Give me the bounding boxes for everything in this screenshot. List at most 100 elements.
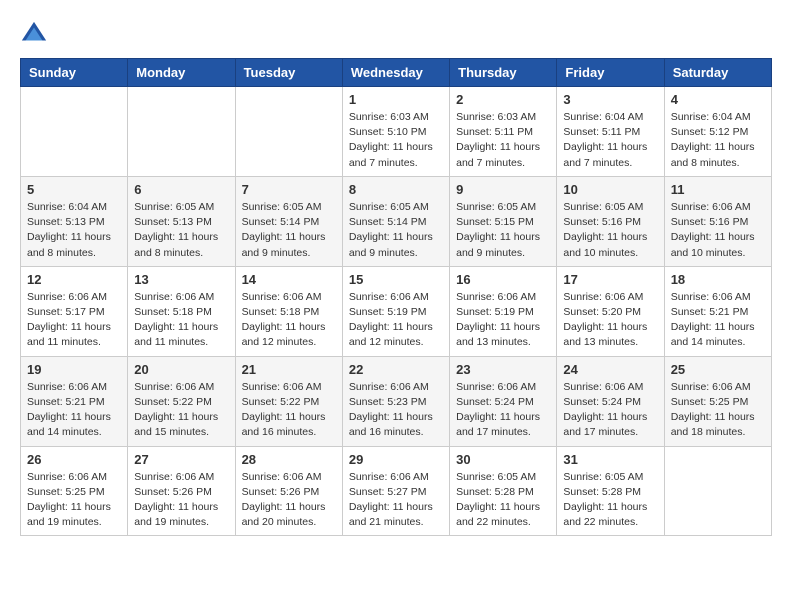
calendar-cell: 18 Sunrise: 6:06 AM Sunset: 5:21 PM Dayli… xyxy=(664,266,771,356)
day-number: 26 xyxy=(27,452,121,467)
day-number: 29 xyxy=(349,452,443,467)
day-number: 25 xyxy=(671,362,765,377)
day-info: Sunrise: 6:05 AM Sunset: 5:28 PM Dayligh… xyxy=(563,470,657,531)
day-info: Sunrise: 6:06 AM Sunset: 5:16 PM Dayligh… xyxy=(671,200,765,261)
calendar-week-4: 19 Sunrise: 6:06 AM Sunset: 5:21 PM Dayli… xyxy=(21,356,772,446)
weekday-header-tuesday: Tuesday xyxy=(235,59,342,87)
day-info: Sunrise: 6:05 AM Sunset: 5:14 PM Dayligh… xyxy=(349,200,443,261)
day-info: Sunrise: 6:04 AM Sunset: 5:11 PM Dayligh… xyxy=(563,110,657,171)
day-number: 13 xyxy=(134,272,228,287)
day-number: 8 xyxy=(349,182,443,197)
calendar-cell: 23 Sunrise: 6:06 AM Sunset: 5:24 PM Dayli… xyxy=(450,356,557,446)
weekday-header-row: SundayMondayTuesdayWednesdayThursdayFrid… xyxy=(21,59,772,87)
day-info: Sunrise: 6:06 AM Sunset: 5:21 PM Dayligh… xyxy=(671,290,765,351)
day-info: Sunrise: 6:06 AM Sunset: 5:25 PM Dayligh… xyxy=(671,380,765,441)
weekday-header-thursday: Thursday xyxy=(450,59,557,87)
day-info: Sunrise: 6:06 AM Sunset: 5:19 PM Dayligh… xyxy=(456,290,550,351)
calendar-cell xyxy=(21,87,128,177)
day-number: 19 xyxy=(27,362,121,377)
calendar-cell: 21 Sunrise: 6:06 AM Sunset: 5:22 PM Dayli… xyxy=(235,356,342,446)
day-number: 1 xyxy=(349,92,443,107)
calendar-cell xyxy=(128,87,235,177)
calendar-week-1: 1 Sunrise: 6:03 AM Sunset: 5:10 PM Daylig… xyxy=(21,87,772,177)
day-info: Sunrise: 6:06 AM Sunset: 5:24 PM Dayligh… xyxy=(456,380,550,441)
day-number: 5 xyxy=(27,182,121,197)
day-number: 30 xyxy=(456,452,550,467)
calendar-cell: 16Sunrise: 6:06 AM Sunset: 5:19 PM Dayli… xyxy=(450,266,557,356)
day-number: 31 xyxy=(563,452,657,467)
day-number: 20 xyxy=(134,362,228,377)
day-number: 28 xyxy=(242,452,336,467)
calendar-cell: 30 Sunrise: 6:05 AM Sunset: 5:28 PM Dayli… xyxy=(450,446,557,536)
page-header xyxy=(20,20,772,48)
day-info: Sunrise: 6:06 AM Sunset: 5:18 PM Dayligh… xyxy=(134,290,228,351)
day-number: 22 xyxy=(349,362,443,377)
calendar-cell: 25 Sunrise: 6:06 AM Sunset: 5:25 PM Dayli… xyxy=(664,356,771,446)
calendar-cell: 31 Sunrise: 6:05 AM Sunset: 5:28 PM Dayli… xyxy=(557,446,664,536)
calendar-table: SundayMondayTuesdayWednesdayThursdayFrid… xyxy=(20,58,772,536)
day-number: 7 xyxy=(242,182,336,197)
day-number: 9 xyxy=(456,182,550,197)
day-info: Sunrise: 6:06 AM Sunset: 5:20 PM Dayligh… xyxy=(563,290,657,351)
day-number: 18 xyxy=(671,272,765,287)
day-number: 4 xyxy=(671,92,765,107)
logo xyxy=(20,20,52,48)
logo-icon xyxy=(20,20,48,48)
day-info: Sunrise: 6:05 AM Sunset: 5:15 PM Dayligh… xyxy=(456,200,550,261)
day-info: Sunrise: 6:06 AM Sunset: 5:22 PM Dayligh… xyxy=(242,380,336,441)
day-info: Sunrise: 6:04 AM Sunset: 5:12 PM Dayligh… xyxy=(671,110,765,171)
calendar-cell: 17 Sunrise: 6:06 AM Sunset: 5:20 PM Dayli… xyxy=(557,266,664,356)
day-info: Sunrise: 6:06 AM Sunset: 5:27 PM Dayligh… xyxy=(349,470,443,531)
day-number: 2 xyxy=(456,92,550,107)
calendar-cell: 24 Sunrise: 6:06 AM Sunset: 5:24 PM Dayli… xyxy=(557,356,664,446)
calendar-cell: 22 Sunrise: 6:06 AM Sunset: 5:23 PM Dayli… xyxy=(342,356,449,446)
day-info: Sunrise: 6:06 AM Sunset: 5:21 PM Dayligh… xyxy=(27,380,121,441)
day-number: 12 xyxy=(27,272,121,287)
calendar-week-2: 5 Sunrise: 6:04 AM Sunset: 5:13 PM Daylig… xyxy=(21,176,772,266)
calendar-cell: 20 Sunrise: 6:06 AM Sunset: 5:22 PM Dayli… xyxy=(128,356,235,446)
calendar-cell xyxy=(664,446,771,536)
day-info: Sunrise: 6:06 AM Sunset: 5:19 PM Dayligh… xyxy=(349,290,443,351)
day-number: 21 xyxy=(242,362,336,377)
day-number: 6 xyxy=(134,182,228,197)
day-info: Sunrise: 6:05 AM Sunset: 5:28 PM Dayligh… xyxy=(456,470,550,531)
calendar-cell: 27Sunrise: 6:06 AM Sunset: 5:26 PM Dayli… xyxy=(128,446,235,536)
calendar-cell: 28Sunrise: 6:06 AM Sunset: 5:26 PM Dayli… xyxy=(235,446,342,536)
day-number: 14 xyxy=(242,272,336,287)
calendar-week-5: 26 Sunrise: 6:06 AM Sunset: 5:25 PM Dayli… xyxy=(21,446,772,536)
weekday-header-wednesday: Wednesday xyxy=(342,59,449,87)
calendar-cell: 12 Sunrise: 6:06 AM Sunset: 5:17 PM Dayli… xyxy=(21,266,128,356)
day-info: Sunrise: 6:06 AM Sunset: 5:25 PM Dayligh… xyxy=(27,470,121,531)
day-info: Sunrise: 6:06 AM Sunset: 5:22 PM Dayligh… xyxy=(134,380,228,441)
day-info: Sunrise: 6:06 AM Sunset: 5:18 PM Dayligh… xyxy=(242,290,336,351)
calendar-cell xyxy=(235,87,342,177)
day-number: 23 xyxy=(456,362,550,377)
calendar-cell: 13 Sunrise: 6:06 AM Sunset: 5:18 PM Dayli… xyxy=(128,266,235,356)
day-number: 24 xyxy=(563,362,657,377)
day-info: Sunrise: 6:06 AM Sunset: 5:23 PM Dayligh… xyxy=(349,380,443,441)
day-number: 27 xyxy=(134,452,228,467)
weekday-header-monday: Monday xyxy=(128,59,235,87)
day-info: Sunrise: 6:05 AM Sunset: 5:14 PM Dayligh… xyxy=(242,200,336,261)
calendar-week-3: 12 Sunrise: 6:06 AM Sunset: 5:17 PM Dayli… xyxy=(21,266,772,356)
day-info: Sunrise: 6:03 AM Sunset: 5:10 PM Dayligh… xyxy=(349,110,443,171)
calendar-cell: 14 Sunrise: 6:06 AM Sunset: 5:18 PM Dayli… xyxy=(235,266,342,356)
calendar-cell: 8 Sunrise: 6:05 AM Sunset: 5:14 PM Daylig… xyxy=(342,176,449,266)
day-number: 17 xyxy=(563,272,657,287)
day-info: Sunrise: 6:03 AM Sunset: 5:11 PM Dayligh… xyxy=(456,110,550,171)
day-info: Sunrise: 6:06 AM Sunset: 5:24 PM Dayligh… xyxy=(563,380,657,441)
day-number: 15 xyxy=(349,272,443,287)
calendar-cell: 26 Sunrise: 6:06 AM Sunset: 5:25 PM Dayli… xyxy=(21,446,128,536)
day-info: Sunrise: 6:04 AM Sunset: 5:13 PM Dayligh… xyxy=(27,200,121,261)
calendar-cell: 6Sunrise: 6:05 AM Sunset: 5:13 PM Daylig… xyxy=(128,176,235,266)
day-info: Sunrise: 6:06 AM Sunset: 5:17 PM Dayligh… xyxy=(27,290,121,351)
weekday-header-sunday: Sunday xyxy=(21,59,128,87)
day-number: 10 xyxy=(563,182,657,197)
calendar-cell: 1 Sunrise: 6:03 AM Sunset: 5:10 PM Daylig… xyxy=(342,87,449,177)
calendar-cell: 5 Sunrise: 6:04 AM Sunset: 5:13 PM Daylig… xyxy=(21,176,128,266)
day-number: 3 xyxy=(563,92,657,107)
calendar-cell: 11 Sunrise: 6:06 AM Sunset: 5:16 PM Dayli… xyxy=(664,176,771,266)
calendar-cell: 2 Sunrise: 6:03 AM Sunset: 5:11 PM Daylig… xyxy=(450,87,557,177)
calendar-cell: 15 Sunrise: 6:06 AM Sunset: 5:19 PM Dayli… xyxy=(342,266,449,356)
day-number: 11 xyxy=(671,182,765,197)
